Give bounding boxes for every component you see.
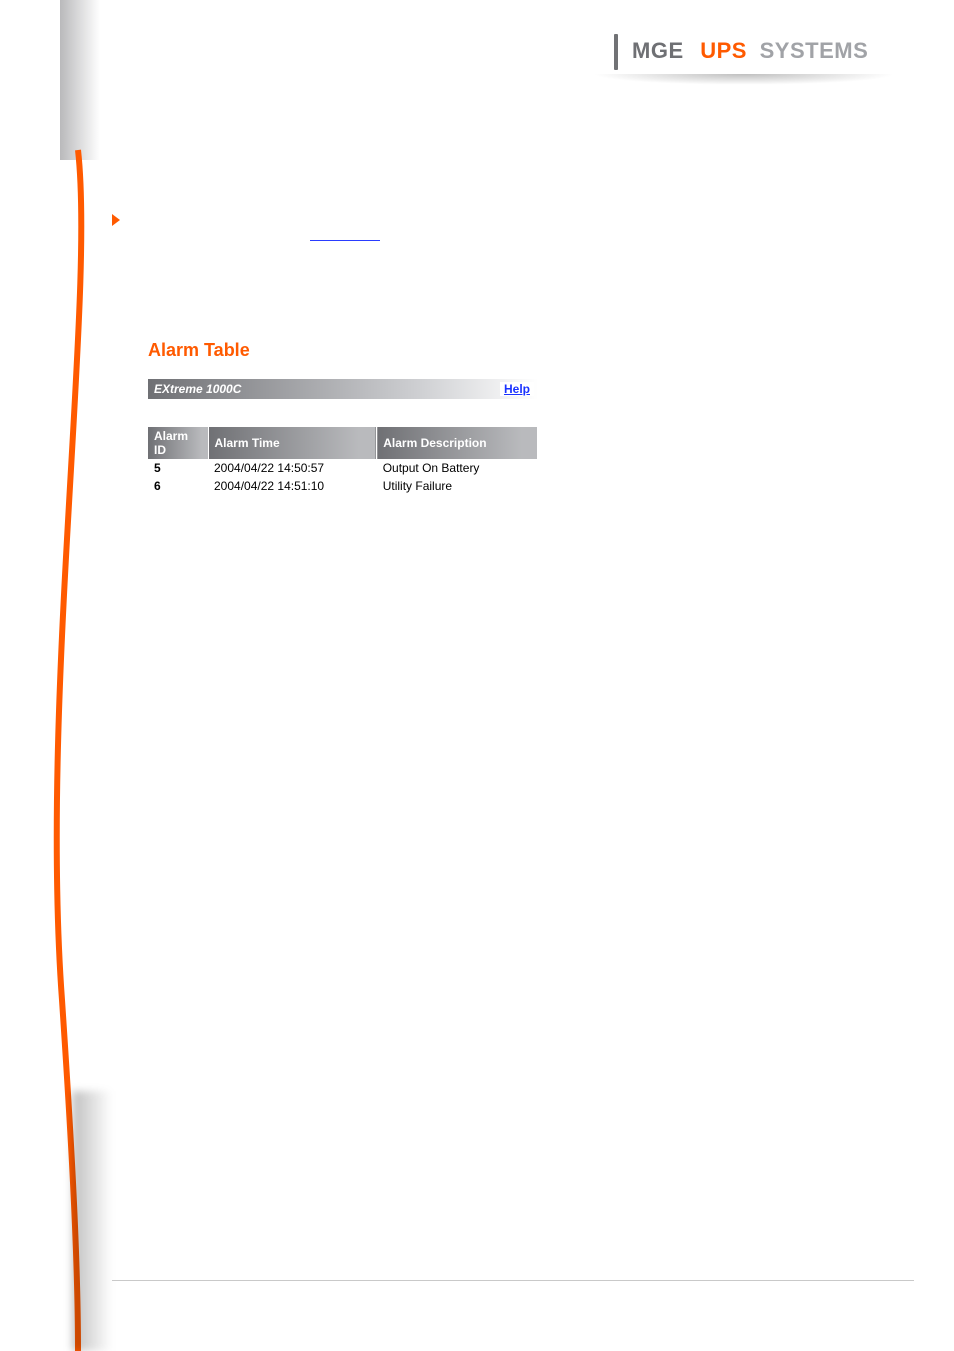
panel-title: Alarm Table [148,340,538,361]
help-link[interactable]: Help [500,382,534,396]
cell-desc: Output On Battery [377,459,538,477]
alarm-panel: Alarm Table EXtreme 1000C Help Alarm ID … [148,340,538,495]
footer-divider [112,1280,914,1281]
table-row: 6 2004/04/22 14:51:10 Utility Failure [148,477,538,495]
brand-part-mge: MGE [632,38,684,63]
cell-time: 2004/04/22 14:51:10 [208,477,377,495]
brand-logo: MGE UPS SYSTEMS [614,34,884,76]
cell-time: 2004/04/22 14:50:57 [208,459,377,477]
col-alarm-id: Alarm ID [148,427,208,459]
col-alarm-desc: Alarm Description [377,427,538,459]
alarm-table: Alarm ID Alarm Time Alarm Description 5 … [148,427,538,495]
bullet-icon [112,214,120,226]
inline-link[interactable] [310,238,380,241]
left-shadow [72,1091,112,1351]
brand-part-ups: UPS [700,38,747,63]
brand-part-systems: SYSTEMS [760,38,869,63]
col-alarm-time: Alarm Time [208,427,377,459]
table-row: 5 2004/04/22 14:50:57 Output On Battery [148,459,538,477]
device-name: EXtreme 1000C [154,382,241,396]
cell-desc: Utility Failure [377,477,538,495]
cell-id: 5 [148,459,208,477]
cell-id: 6 [148,477,208,495]
device-bar: EXtreme 1000C Help [148,379,538,399]
